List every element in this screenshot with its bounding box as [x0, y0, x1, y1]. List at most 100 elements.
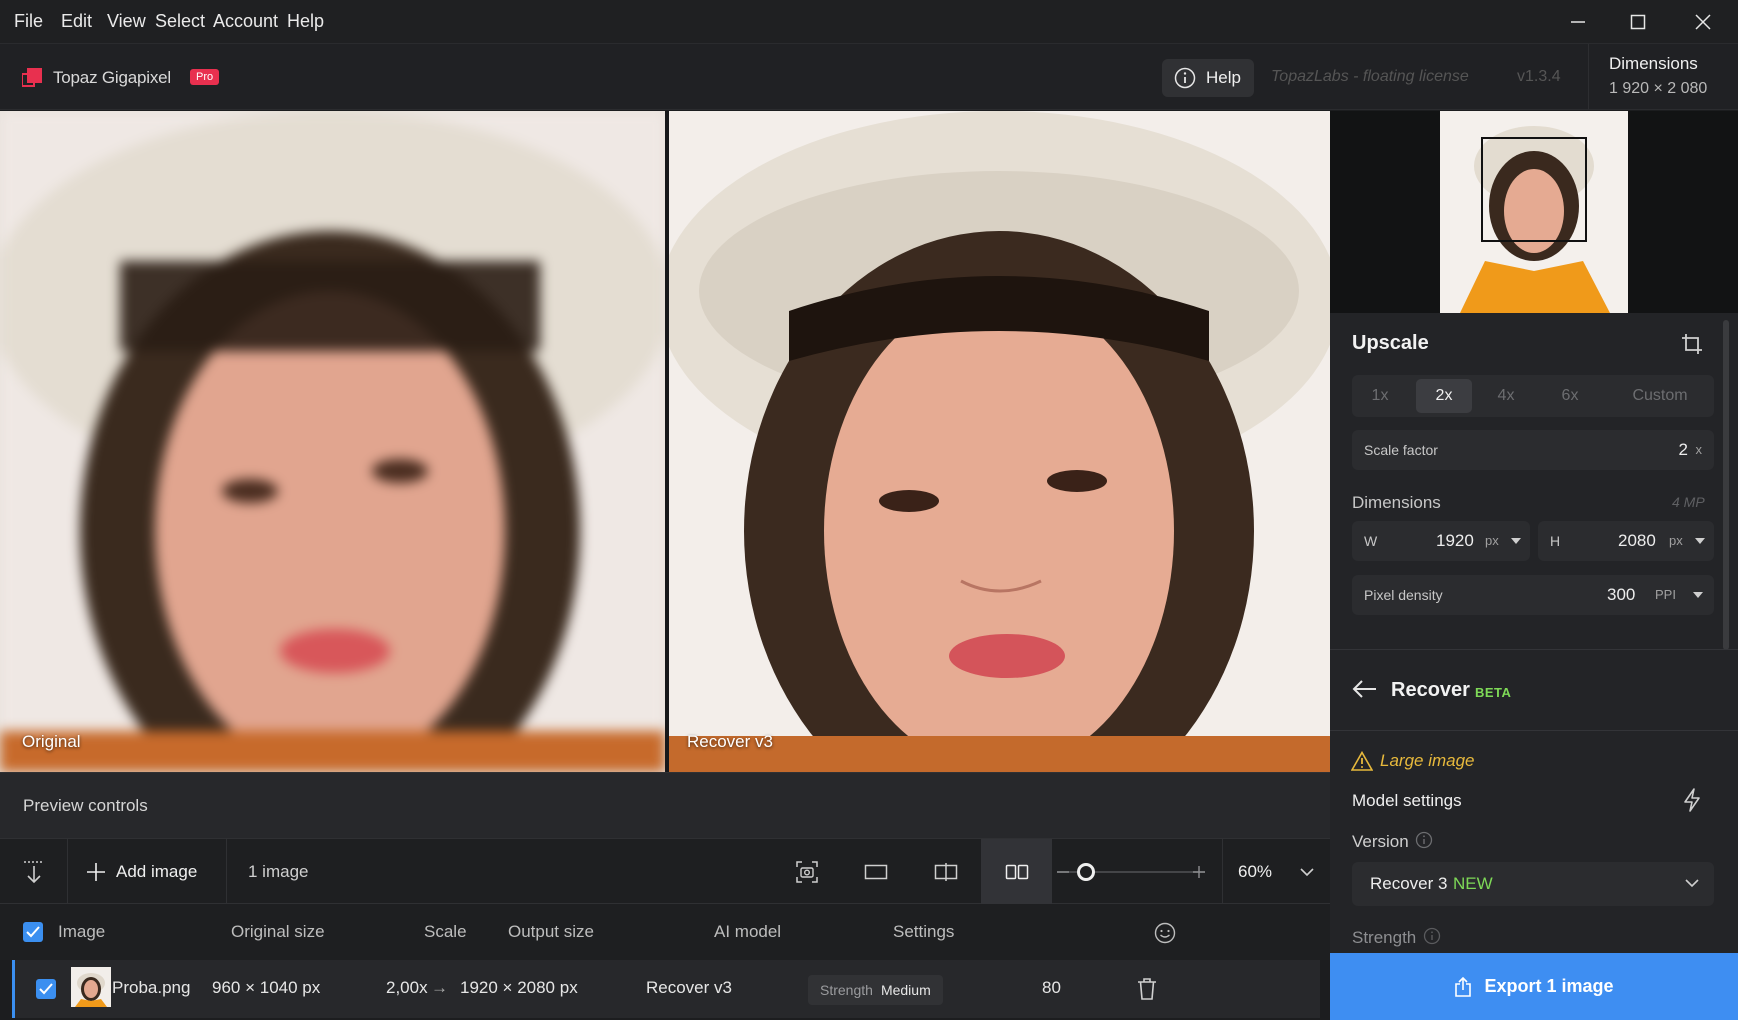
menu-edit[interactable]: Edit — [61, 11, 92, 32]
close-icon — [1695, 14, 1711, 30]
image-thumbnail — [71, 967, 111, 1007]
select-all-checkbox[interactable] — [23, 922, 43, 942]
close-button[interactable] — [1673, 0, 1733, 44]
original-preview[interactable]: Original — [0, 111, 665, 772]
pixel-density-dropdown-icon — [1693, 592, 1703, 598]
maximize-button[interactable] — [1608, 0, 1668, 44]
pixel-density-field[interactable]: Pixel density 300 PPI — [1352, 575, 1714, 615]
header-dimensions-value: 1 920 × 2 080 — [1609, 80, 1708, 97]
column-scale[interactable]: Scale — [424, 922, 467, 942]
column-image[interactable]: Image — [58, 922, 105, 942]
side-panel-scrollbar[interactable] — [1723, 320, 1729, 650]
lightning-icon[interactable] — [1682, 788, 1702, 812]
width-value: 1920 — [1436, 531, 1474, 550]
row-settings-value: Medium — [880, 982, 931, 998]
trash-icon[interactable] — [1137, 977, 1157, 1001]
add-image-label: Add image — [116, 862, 198, 881]
topaz-logo-icon — [22, 68, 42, 87]
table-row[interactable]: Proba.png 960 × 1040 px 2,00x → 1920 × 2… — [12, 960, 1320, 1018]
strength-info-icon[interactable] — [1423, 927, 1441, 945]
minimize-icon — [1571, 21, 1585, 23]
screenshot-button[interactable] — [787, 853, 827, 891]
app-name: Topaz Gigapixel — [53, 68, 171, 87]
single-view-icon — [864, 864, 888, 880]
pixel-density-value: 300 — [1607, 585, 1636, 604]
navigator-thumbnail — [1440, 111, 1628, 313]
scale-6x[interactable]: 6x — [1540, 375, 1600, 417]
info-icon — [1174, 67, 1196, 89]
header-dimensions: Dimensions 1 920 × 2 080 — [1588, 44, 1738, 110]
menu-view[interactable]: View — [107, 11, 146, 32]
scale-factor-value: 2 — [1678, 440, 1688, 459]
column-output-size[interactable]: Output size — [508, 922, 594, 942]
side-by-side-view-icon — [1005, 864, 1029, 880]
row-settings-chip[interactable]: Strength Medium — [808, 975, 943, 1005]
zoom-value[interactable]: 60% — [1238, 862, 1272, 882]
back-arrow-icon[interactable] — [1352, 679, 1378, 699]
large-image-warning: Large image — [1380, 751, 1475, 770]
processed-preview[interactable]: Recover v3 — [669, 111, 1330, 772]
height-value: 2080 — [1618, 531, 1656, 550]
help-button[interactable]: Help — [1162, 59, 1254, 97]
zoom-dropdown-icon[interactable] — [1300, 868, 1314, 877]
app-header: Topaz Gigapixel Pro Help TopazLabs - flo… — [0, 44, 1738, 110]
row-arrow: → — [431, 978, 448, 997]
row-value: 80 — [1042, 978, 1061, 997]
share-icon — [1455, 976, 1472, 997]
width-field[interactable]: W 1920 px — [1352, 521, 1530, 561]
scale-factor-field[interactable]: Scale factor 2 x — [1352, 430, 1714, 470]
maximize-icon — [1630, 14, 1646, 30]
menu-account[interactable]: Account — [213, 11, 278, 32]
add-image-button[interactable]: Add image — [86, 839, 197, 905]
zoom-in-icon[interactable] — [1192, 865, 1206, 879]
column-settings[interactable]: Settings — [893, 922, 954, 942]
menu-bar: File Edit View Select Account Help — [0, 0, 1738, 44]
checkmark-icon — [39, 983, 53, 995]
collapse-panel-button[interactable] — [14, 853, 54, 891]
version-value: Recover 3 — [1370, 874, 1448, 893]
recover-title: Recover — [1391, 679, 1470, 701]
original-image — [0, 111, 665, 772]
column-original-size[interactable]: Original size — [231, 922, 325, 942]
split-view-button[interactable] — [926, 853, 966, 891]
version-dropdown[interactable]: Recover 3 NEW — [1352, 862, 1714, 906]
table-header: Image Original size Scale Output size AI… — [0, 904, 1330, 960]
scale-custom[interactable]: Custom — [1612, 375, 1708, 417]
preview-controls-bar[interactable]: Preview controls — [0, 772, 1330, 838]
crop-icon[interactable] — [1680, 332, 1704, 356]
zoom-slider-handle[interactable] — [1077, 863, 1095, 881]
row-output-size: 1920 × 2080 px — [460, 978, 578, 997]
single-view-button[interactable] — [856, 853, 896, 891]
width-unit: px — [1485, 533, 1499, 548]
version-new-badge: NEW — [1453, 874, 1493, 893]
image-toolbar: Add image 1 image 60% — [0, 838, 1330, 905]
row-scale: 2,00x — [386, 978, 428, 997]
height-field[interactable]: H 2080 px — [1538, 521, 1714, 561]
split-view-icon — [934, 863, 958, 881]
side-by-side-view-button[interactable] — [981, 839, 1052, 905]
zoom-out-icon[interactable] — [1056, 865, 1070, 879]
column-ai-model[interactable]: AI model — [714, 922, 781, 942]
menu-help[interactable]: Help — [287, 11, 324, 32]
row-filename: Proba.png — [112, 978, 191, 997]
pixel-density-label: Pixel density — [1364, 587, 1443, 603]
header-dimensions-title: Dimensions — [1609, 54, 1698, 73]
scale-1x[interactable]: 1x — [1352, 375, 1408, 417]
navigator-panel[interactable] — [1330, 111, 1738, 313]
minimize-button[interactable] — [1548, 0, 1608, 44]
version-label: Version — [1352, 832, 1409, 851]
menu-select[interactable]: Select — [155, 11, 205, 32]
export-button[interactable]: Export 1 image — [1330, 953, 1738, 1020]
version-info-icon[interactable] — [1415, 831, 1433, 849]
section-separator — [1330, 730, 1738, 731]
scale-4x[interactable]: 4x — [1476, 375, 1536, 417]
image-count: 1 image — [248, 862, 309, 881]
height-label: H — [1550, 533, 1561, 549]
smiley-icon[interactable] — [1154, 922, 1176, 944]
row-ai-model: Recover v3 — [646, 978, 732, 997]
upscale-title: Upscale — [1352, 332, 1429, 354]
menu-file[interactable]: File — [14, 11, 43, 32]
row-checkbox[interactable] — [36, 979, 56, 999]
scale-2x[interactable]: 2x — [1416, 379, 1472, 413]
chevron-down-icon — [1685, 879, 1699, 888]
